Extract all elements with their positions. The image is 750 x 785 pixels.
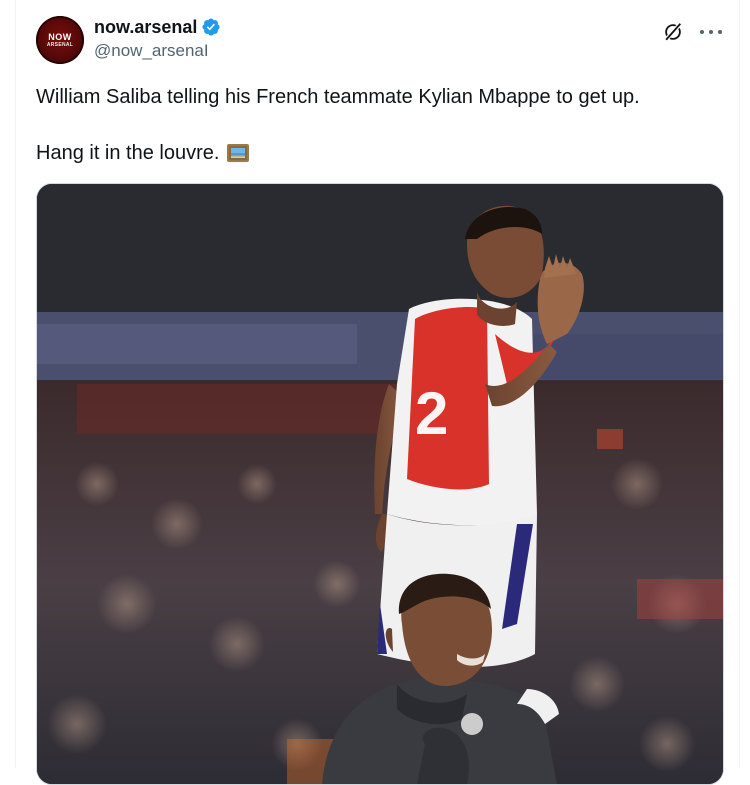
author-display-name[interactable]: now.arsenal [94, 15, 197, 39]
avatar-logo-subtext: ARSENAL [46, 41, 74, 48]
tweet-text-line2-row: Hang it in the louvre. [36, 139, 716, 167]
tweet-photo[interactable]: 2 [36, 183, 724, 785]
dot [700, 30, 704, 34]
dot [718, 30, 722, 34]
avatar[interactable]: NOW ARSENAL [36, 16, 84, 64]
tweet-text: William Saliba telling his French teamma… [36, 83, 716, 167]
shirt-number: 2 [415, 380, 448, 447]
author-handle[interactable]: @now_arsenaI [94, 39, 221, 63]
avatar-logo-text: NOW [48, 31, 72, 42]
photo-illustration: 2 [37, 184, 723, 784]
more-icon[interactable] [700, 22, 722, 42]
grok-icon[interactable] [662, 21, 684, 43]
tweet-text-line2: Hang it in the louvre. [36, 142, 220, 164]
dot [709, 30, 713, 34]
tweet-text-line1: William Saliba telling his French teamma… [36, 86, 640, 108]
author-name-row[interactable]: now.arsenal [94, 15, 221, 39]
verified-badge-icon[interactable] [201, 17, 221, 37]
author-block: now.arsenal @now_arsenaI [94, 15, 221, 63]
framed-picture-emoji-icon [227, 144, 250, 162]
